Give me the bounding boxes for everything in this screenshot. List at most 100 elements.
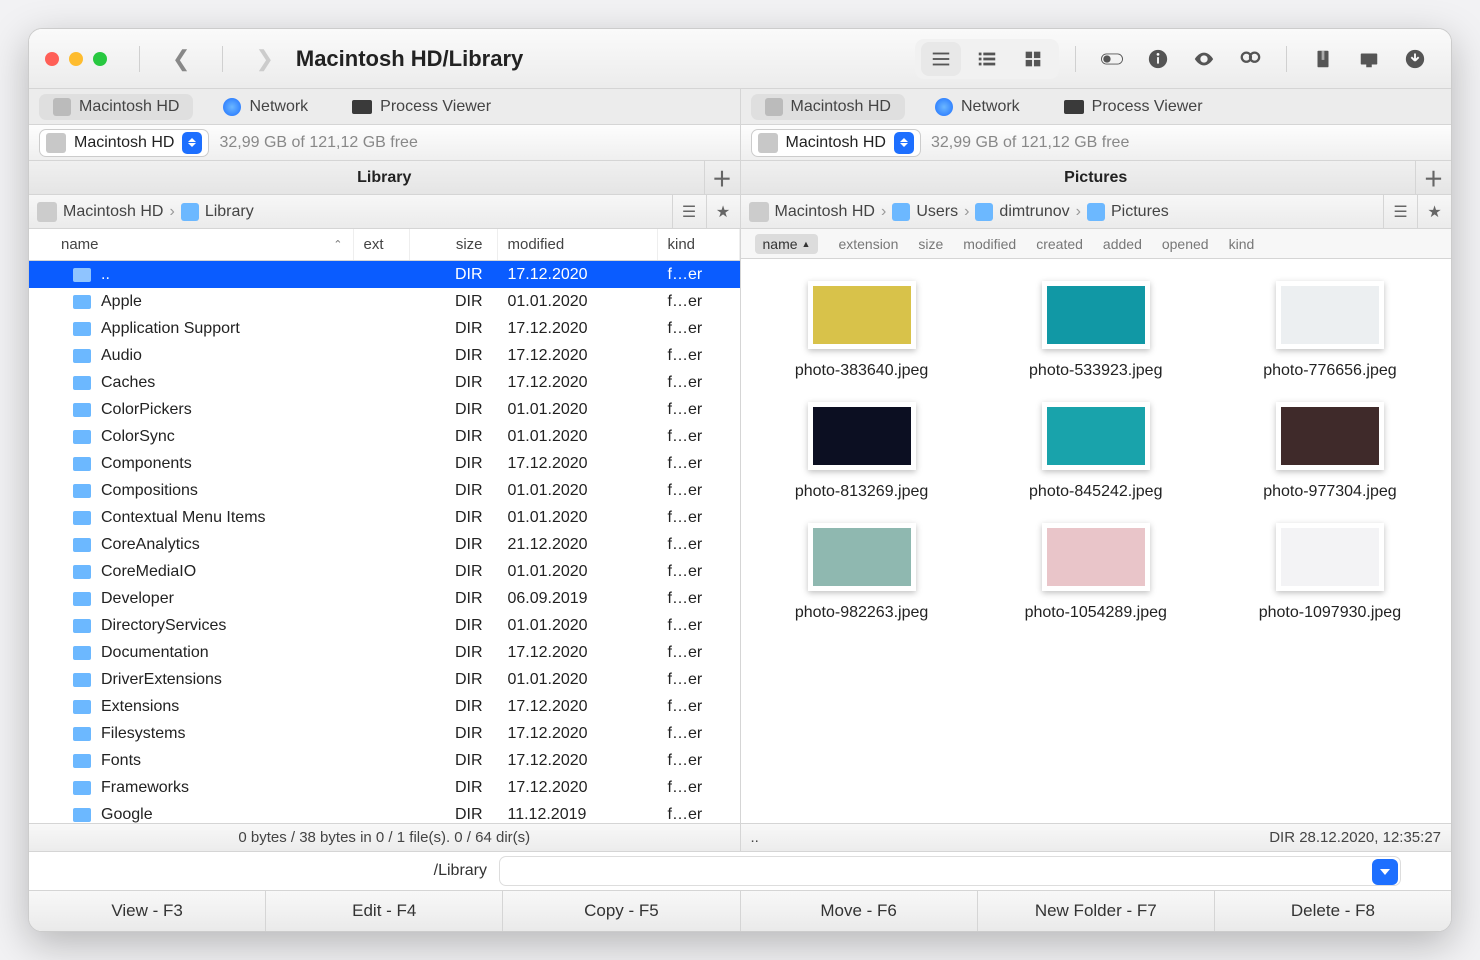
disk-icon (53, 98, 71, 116)
table-row[interactable]: CompositionsDIR01.01.2020f…er (29, 477, 740, 504)
sort-column-created[interactable]: created (1036, 236, 1083, 252)
fn-button[interactable]: Delete - F8 (1215, 891, 1451, 931)
table-row[interactable]: DocumentationDIR17.12.2020f…er (29, 639, 740, 666)
new-tab-button[interactable]: ＋ (1415, 161, 1451, 194)
file-item[interactable]: photo-982263.jpeg (745, 513, 979, 634)
location-tab[interactable]: Process Viewer (338, 94, 505, 120)
disk-selector[interactable]: Macintosh HD (751, 129, 921, 157)
fn-button[interactable]: Move - F6 (741, 891, 978, 931)
icon-view[interactable]: photo-383640.jpegphoto-533923.jpegphoto-… (741, 259, 1452, 823)
share-button[interactable] (1349, 42, 1389, 76)
close-icon[interactable] (45, 52, 59, 66)
file-name: Application Support (101, 320, 240, 338)
file-name: CoreAnalytics (101, 536, 200, 554)
back-button[interactable]: ❮ (172, 46, 190, 72)
quicklook-button[interactable] (1184, 42, 1224, 76)
path-input[interactable] (499, 856, 1401, 886)
pane-tab-title: Library ＋ (29, 161, 740, 195)
list-view-button[interactable] (921, 42, 961, 76)
new-tab-button[interactable]: ＋ (704, 161, 740, 194)
file-item[interactable]: photo-776656.jpeg (1213, 271, 1447, 392)
sort-column-extension[interactable]: extension (838, 236, 898, 252)
table-row[interactable]: ColorPickersDIR01.01.2020f…er (29, 396, 740, 423)
table-row[interactable]: Application SupportDIR17.12.2020f…er (29, 315, 740, 342)
path-dropdown-icon[interactable] (1372, 859, 1398, 885)
breadcrumb-segment[interactable]: dimtrunov (999, 203, 1069, 221)
fn-button[interactable]: Edit - F4 (266, 891, 503, 931)
col-ext[interactable]: ext (354, 229, 410, 260)
sort-column-modified[interactable]: modified (963, 236, 1016, 252)
list-mode-icon[interactable]: ☰ (672, 195, 706, 228)
location-tab[interactable]: Macintosh HD (751, 94, 905, 120)
file-list[interactable]: ..DIR17.12.2020f…erAppleDIR01.01.2020f…e… (29, 261, 740, 823)
table-row[interactable]: CoreMediaIODIR01.01.2020f…er (29, 558, 740, 585)
col-size[interactable]: size (410, 229, 498, 260)
file-item[interactable]: photo-1097930.jpeg (1213, 513, 1447, 634)
breadcrumb-segment[interactable]: Macintosh HD (775, 203, 875, 221)
forward-button[interactable]: ❯ (255, 46, 273, 72)
grid-view-button[interactable] (1013, 42, 1053, 76)
laptop-icon (352, 100, 372, 114)
table-row[interactable]: DeveloperDIR06.09.2019f…er (29, 585, 740, 612)
breadcrumb-segment[interactable]: Users (916, 203, 958, 221)
fn-button[interactable]: View - F3 (29, 891, 266, 931)
file-item[interactable]: photo-813269.jpeg (745, 392, 979, 513)
table-row[interactable]: Contextual Menu ItemsDIR01.01.2020f…er (29, 504, 740, 531)
fn-button[interactable]: Copy - F5 (503, 891, 740, 931)
file-item[interactable]: photo-533923.jpeg (979, 271, 1213, 392)
col-name[interactable]: name⌃ (29, 229, 354, 260)
table-row[interactable]: ..DIR17.12.2020f…er (29, 261, 740, 288)
table-row[interactable]: ExtensionsDIR17.12.2020f…er (29, 693, 740, 720)
table-row[interactable]: ColorSyncDIR01.01.2020f…er (29, 423, 740, 450)
download-button[interactable] (1395, 42, 1435, 76)
toggle-hidden-button[interactable] (1092, 42, 1132, 76)
fn-button[interactable]: New Folder - F7 (978, 891, 1215, 931)
sort-column-kind[interactable]: kind (1229, 236, 1255, 252)
disk-bar: Macintosh HD 32,99 GB of 121,12 GB free … (29, 125, 1451, 161)
disk-selector[interactable]: Macintosh HD (39, 129, 209, 157)
search-button[interactable] (1230, 42, 1270, 76)
titlebar: ❮ ❯ Macintosh HD/Library (29, 29, 1451, 89)
toolbar (915, 39, 1435, 79)
location-tab[interactable]: Process Viewer (1050, 94, 1217, 120)
table-row[interactable]: DriverExtensionsDIR01.01.2020f…er (29, 666, 740, 693)
location-tab[interactable]: Macintosh HD (39, 94, 193, 120)
sort-column-opened[interactable]: opened (1162, 236, 1209, 252)
table-row[interactable]: FrameworksDIR17.12.2020f…er (29, 774, 740, 801)
table-row[interactable]: AudioDIR17.12.2020f…er (29, 342, 740, 369)
minimize-icon[interactable] (69, 52, 83, 66)
table-row[interactable]: ComponentsDIR17.12.2020f…er (29, 450, 740, 477)
archive-button[interactable] (1303, 42, 1343, 76)
favorite-icon[interactable]: ★ (1417, 195, 1451, 228)
table-row[interactable]: AppleDIR01.01.2020f…er (29, 288, 740, 315)
list-mode-icon[interactable]: ☰ (1383, 195, 1417, 228)
file-name: Compositions (101, 482, 198, 500)
sort-column-size[interactable]: size (918, 236, 943, 252)
location-tab[interactable]: Network (921, 94, 1034, 120)
file-item[interactable]: photo-845242.jpeg (979, 392, 1213, 513)
table-row[interactable]: GoogleDIR11.12.2019f…er (29, 801, 740, 823)
column-view-button[interactable] (967, 42, 1007, 76)
table-row[interactable]: CoreAnalyticsDIR21.12.2020f…er (29, 531, 740, 558)
table-row[interactable]: CachesDIR17.12.2020f…er (29, 369, 740, 396)
col-modified[interactable]: modified (498, 229, 658, 260)
info-button[interactable] (1138, 42, 1178, 76)
maximize-icon[interactable] (93, 52, 107, 66)
table-row[interactable]: FontsDIR17.12.2020f…er (29, 747, 740, 774)
file-size: DIR (410, 644, 498, 662)
tab-label: Network (249, 98, 308, 116)
file-item[interactable]: photo-977304.jpeg (1213, 392, 1447, 513)
breadcrumb-segment[interactable]: Pictures (1111, 203, 1169, 221)
table-row[interactable]: FilesystemsDIR17.12.2020f…er (29, 720, 740, 747)
breadcrumb-segment[interactable]: Library (205, 203, 254, 221)
file-item[interactable]: photo-383640.jpeg (745, 271, 979, 392)
file-item[interactable]: photo-1054289.jpeg (979, 513, 1213, 634)
sort-column-name[interactable]: name ▲ (755, 234, 819, 254)
sort-column-added[interactable]: added (1103, 236, 1142, 252)
table-row[interactable]: DirectoryServicesDIR01.01.2020f…er (29, 612, 740, 639)
favorite-icon[interactable]: ★ (706, 195, 740, 228)
col-kind[interactable]: kind (658, 229, 740, 260)
location-tab[interactable]: Network (209, 94, 322, 120)
breadcrumb-segment[interactable]: Macintosh HD (63, 203, 163, 221)
file-size: DIR (410, 779, 498, 797)
